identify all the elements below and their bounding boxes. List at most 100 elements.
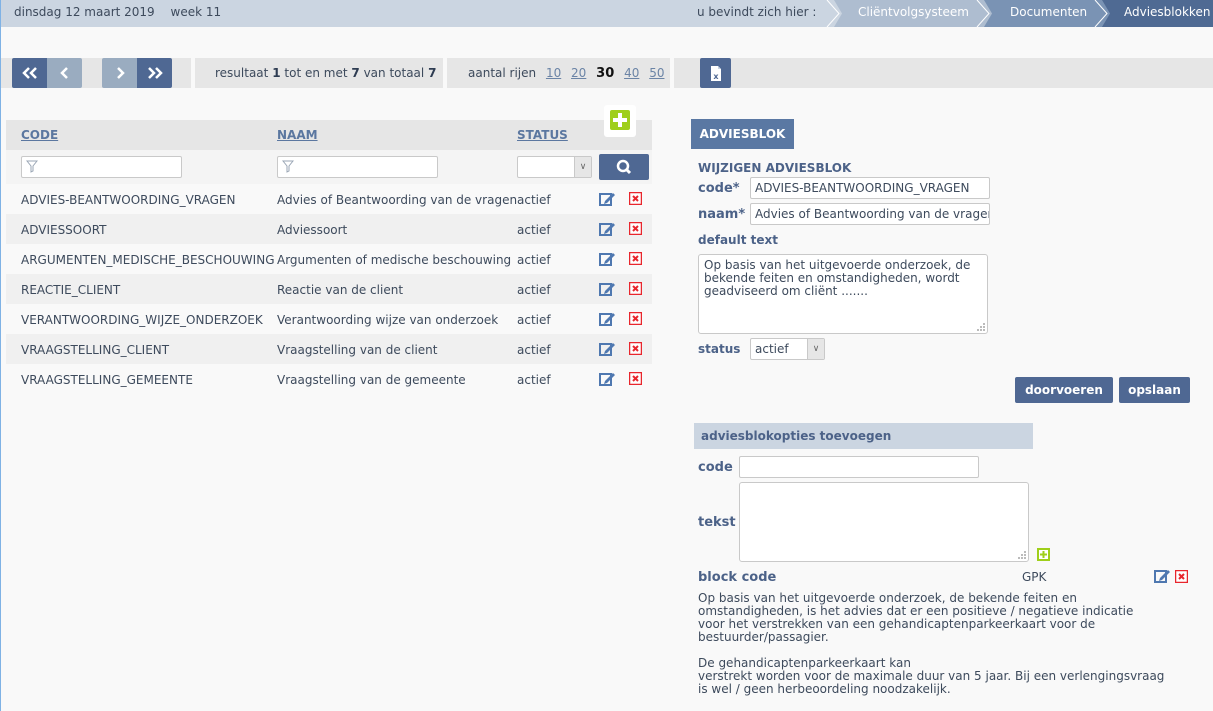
result-total: 7 xyxy=(428,66,437,80)
cell-status: actief xyxy=(517,223,551,237)
table-row[interactable]: REACTIE_CLIENT Reactie van de client act… xyxy=(6,274,652,304)
cell-status: actief xyxy=(517,193,551,207)
rows-option-10[interactable]: 10 xyxy=(546,66,561,80)
delete-row-button[interactable] xyxy=(628,221,643,238)
double-chevron-right-icon xyxy=(147,67,163,79)
rows-option-40[interactable]: 40 xyxy=(624,66,639,80)
cell-naam: Vraagstelling van de gemeente xyxy=(277,373,466,387)
result-to: 7 xyxy=(351,66,360,80)
rows-option-20[interactable]: 20 xyxy=(571,66,586,80)
column-header-status[interactable]: STATUS xyxy=(517,128,568,142)
edit-icon xyxy=(599,223,615,236)
chevron-left-icon xyxy=(59,67,68,79)
delete-icon xyxy=(628,221,643,236)
default-text-value: Op basis van het uitgevoerde onderzoek, … xyxy=(704,258,971,298)
cell-status: actief xyxy=(517,343,551,357)
delete-row-button[interactable] xyxy=(628,311,643,328)
top-bar: dinsdag 12 maart 2019 week 11 u bevindt … xyxy=(1,0,1213,27)
adviesblokopties-heading: adviesblokopties toevoegen xyxy=(694,423,1033,449)
edit-row-button[interactable] xyxy=(599,311,615,329)
toolbar-export-bg xyxy=(674,58,1213,88)
cell-status: actief xyxy=(517,313,551,327)
cell-naam: Argumenten of medische beschouwing xyxy=(277,253,512,267)
option-code-label: code xyxy=(698,460,733,475)
table-row[interactable]: VRAAGSTELLING_CLIENT Vraagstelling van d… xyxy=(6,334,652,364)
table-body: ADVIES-BEANTWOORDING_VRAGEN Advies of Be… xyxy=(6,184,652,394)
column-header-naam[interactable]: NAAM xyxy=(277,128,318,142)
option-code-input[interactable] xyxy=(739,456,979,478)
table-header: CODE NAAM STATUS xyxy=(6,120,652,150)
status-label: status xyxy=(698,342,741,356)
rows-per-page: aantal rijen 10 20 30 40 50 xyxy=(468,66,664,81)
delete-icon xyxy=(1174,569,1189,584)
block-code-value: GPK xyxy=(1022,570,1047,584)
resize-grip-icon[interactable] xyxy=(1018,551,1026,559)
edit-row-button[interactable] xyxy=(599,371,615,389)
edit-row-button[interactable] xyxy=(599,251,615,269)
rows-option-50[interactable]: 50 xyxy=(649,66,664,80)
code-filter-input[interactable] xyxy=(21,156,182,178)
edit-row-button[interactable] xyxy=(599,221,615,239)
edit-row-button[interactable] xyxy=(599,281,615,299)
edit-icon xyxy=(599,283,615,296)
column-header-code[interactable]: CODE xyxy=(21,128,58,142)
last-page-button[interactable] xyxy=(137,58,172,88)
status-filter-select[interactable]: ∨ xyxy=(517,156,592,178)
add-adviesblok-button[interactable] xyxy=(604,105,636,137)
cell-naam: Advies of Beantwoording van de vragen xyxy=(277,193,518,207)
result-summary: resultaat 1 tot en met 7 van totaal 7 xyxy=(215,66,436,80)
option-tekst-textarea[interactable] xyxy=(739,482,1029,562)
delete-icon xyxy=(628,341,643,356)
code-label: code* xyxy=(698,181,740,196)
result-prefix: resultaat xyxy=(215,66,269,80)
delete-option-button[interactable] xyxy=(1174,569,1189,586)
block-option-text: Op basis van het uitgevoerde onderzoek, … xyxy=(698,591,1165,696)
filter-icon xyxy=(26,160,38,173)
svg-text:x: x xyxy=(713,72,719,81)
rows-label: aantal rijen xyxy=(468,66,537,80)
delete-icon xyxy=(628,191,643,206)
delete-row-button[interactable] xyxy=(628,371,643,388)
code-input[interactable]: ADVIES-BEANTWOORDING_VRAGEN xyxy=(750,177,990,199)
edit-icon xyxy=(1154,570,1170,583)
opslaan-button[interactable]: opslaan xyxy=(1119,377,1190,403)
delete-row-button[interactable] xyxy=(628,191,643,208)
result-total-label: van totaal xyxy=(363,66,425,80)
tab-adviesblok[interactable]: ADVIESBLOK xyxy=(691,119,794,149)
edit-row-button[interactable] xyxy=(599,191,615,209)
table-row[interactable]: ADVIES-BEANTWOORDING_VRAGEN Advies of Be… xyxy=(6,184,652,214)
cell-code: VRAAGSTELLING_GEMEENTE xyxy=(21,373,193,387)
resize-grip-icon[interactable] xyxy=(977,323,985,331)
edit-option-button[interactable] xyxy=(1154,568,1170,586)
cell-status: actief xyxy=(517,253,551,267)
export-excel-button[interactable]: x xyxy=(700,58,731,88)
previous-page-button[interactable] xyxy=(47,58,82,88)
naam-input[interactable]: Advies of Beantwoording van de vragen xyxy=(750,203,990,225)
delete-row-button[interactable] xyxy=(628,281,643,298)
search-button[interactable] xyxy=(599,154,649,180)
cell-code: ARGUMENTEN_MEDISCHE_BESCHOUWING xyxy=(21,253,275,267)
rows-option-30[interactable]: 30 xyxy=(596,66,614,81)
naam-filter-input[interactable] xyxy=(277,156,438,178)
doorvoeren-button[interactable]: doorvoeren xyxy=(1015,377,1113,403)
edit-row-button[interactable] xyxy=(599,341,615,359)
add-option-button[interactable] xyxy=(1037,548,1050,561)
cell-status: actief xyxy=(517,373,551,387)
first-page-button[interactable] xyxy=(12,58,47,88)
table-row[interactable]: ARGUMENTEN_MEDISCHE_BESCHOUWING Argument… xyxy=(6,244,652,274)
table-row[interactable]: VRAAGSTELLING_GEMEENTE Vraagstelling van… xyxy=(6,364,652,394)
chevron-down-icon: ∨ xyxy=(807,339,824,359)
double-chevron-left-icon xyxy=(21,67,37,79)
edit-icon xyxy=(599,253,615,266)
cell-code: ADVIESSOORT xyxy=(21,223,107,237)
delete-row-button[interactable] xyxy=(628,341,643,358)
table-row[interactable]: ADVIESSOORT Adviessoort actief xyxy=(6,214,652,244)
default-text-textarea[interactable]: Op basis van het uitgevoerde onderzoek, … xyxy=(698,254,988,334)
chevron-right-icon xyxy=(116,67,125,79)
chevron-down-icon: ∨ xyxy=(574,157,591,177)
edit-icon xyxy=(599,193,615,206)
next-page-button[interactable] xyxy=(102,58,137,88)
table-row[interactable]: VERANTWOORDING_WIJZE_ONDERZOEK Verantwoo… xyxy=(6,304,652,334)
status-select[interactable]: actief ∨ xyxy=(750,338,825,360)
delete-row-button[interactable] xyxy=(628,251,643,268)
